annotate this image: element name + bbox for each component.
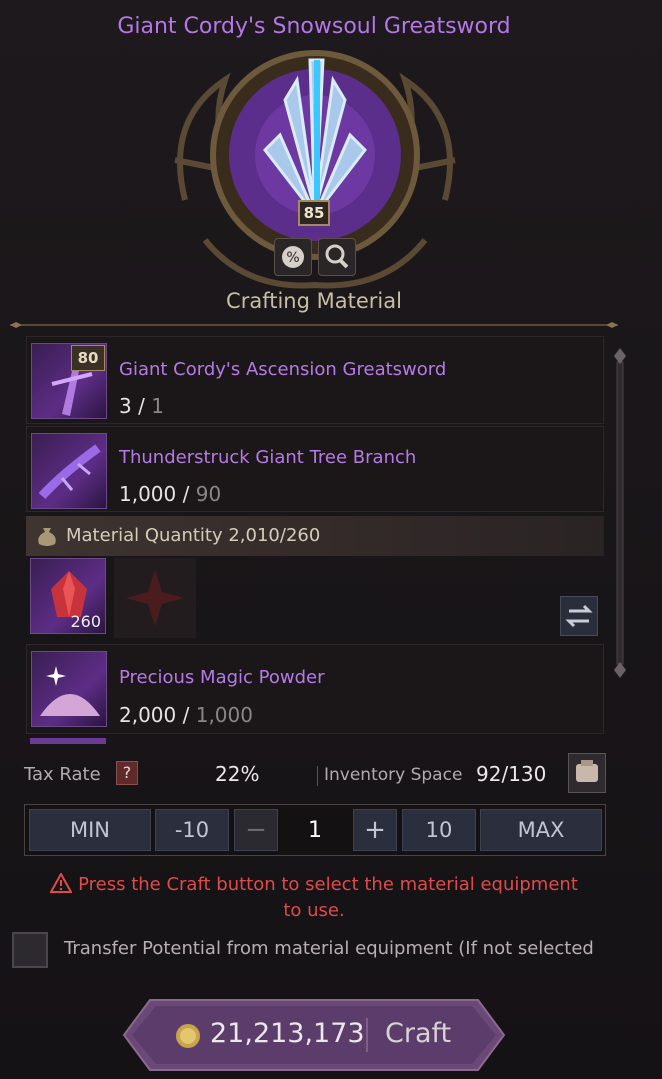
tree-branch-icon <box>38 444 101 500</box>
warning-line-1: Press the Craft button to select the mat… <box>0 871 628 898</box>
material-list[interactable]: 80 Giant Cordy's Ascension Greatsword 3 … <box>24 336 606 744</box>
material-name: Precious Magic Powder <box>119 667 325 688</box>
section-divider <box>10 322 618 328</box>
coin-icon <box>176 1024 200 1048</box>
material-row[interactable]: Thunderstruck Giant Tree Branch 1,000 / … <box>26 426 604 512</box>
material-quantity-label: Material Quantity 2,010/260 <box>66 525 321 546</box>
inventory-label: Inventory Space <box>324 765 463 785</box>
need-count: 1 <box>151 394 164 418</box>
material-name: Giant Cordy's Ascension Greatsword <box>119 359 447 380</box>
level-badge: 80 <box>71 345 105 371</box>
svg-text:%: % <box>286 250 299 266</box>
tax-value: 22% <box>215 762 260 786</box>
have-count: 1,000 <box>119 482 177 506</box>
star-icon <box>126 570 184 626</box>
craft-label: Craft <box>385 1018 452 1049</box>
weapon-emblem <box>174 50 456 289</box>
material-row[interactable]: 80 Giant Cordy's Ascension Greatsword 3 … <box>26 336 604 424</box>
material-quantity-header: Material Quantity 2,010/260 <box>26 516 604 556</box>
tax-label: Tax Rate <box>24 764 101 785</box>
item-title: Giant Cordy's Snowsoul Greatsword <box>117 14 511 39</box>
percent-icon: % <box>282 246 304 268</box>
status-bar: Tax Rate ? 22% Inventory Space 92/130 <box>24 753 606 793</box>
material-thumbnail[interactable]: 80 <box>31 343 107 419</box>
bag-icon <box>38 528 56 546</box>
increment-button[interactable]: + <box>353 809 397 851</box>
warning-message: Press the Craft button to select the mat… <box>0 871 628 924</box>
gem-slot-empty[interactable] <box>114 558 196 638</box>
warning-icon <box>49 871 73 893</box>
help-icon: ? <box>122 763 132 782</box>
scrollbar[interactable] <box>614 348 626 678</box>
swap-button[interactable] <box>560 596 598 636</box>
inspect-button[interactable] <box>318 238 356 276</box>
material-quantity: 1,000 / 90 <box>119 482 222 506</box>
inventory-value: 92/130 <box>476 762 547 786</box>
material-quantity: 3 / 1 <box>119 394 164 418</box>
separator <box>317 766 318 786</box>
item-level-badge: 85 <box>298 200 330 226</box>
quantity-stepper: MIN -10 − 1 + 10 MAX <box>24 804 606 856</box>
gem-slot[interactable]: 260 <box>30 558 106 634</box>
max-button[interactable]: MAX <box>480 809 602 851</box>
material-quantity: 2,000 / 1,000 <box>119 703 253 727</box>
transfer-checkbox[interactable] <box>12 932 48 968</box>
magnifier-icon <box>325 244 349 269</box>
gem-count: 260 <box>70 612 101 631</box>
plus-10-button[interactable]: 10 <box>402 809 476 851</box>
minus-10-button[interactable]: -10 <box>155 809 229 851</box>
magic-powder-icon <box>40 666 100 716</box>
have-count: 3 <box>119 394 132 418</box>
gem-row: 260 <box>26 556 604 642</box>
item-level: 85 <box>303 204 325 222</box>
need-count: 90 <box>195 482 222 506</box>
swap-icon <box>565 604 593 628</box>
have-count: 2,000 <box>119 703 177 727</box>
need-count: 1,000 <box>195 703 253 727</box>
crafting-panel: Giant Cordy's Snowsoul Greatsword 85 % C… <box>0 0 662 1079</box>
material-thumbnail[interactable] <box>31 651 107 727</box>
section-title: Crafting Material <box>226 289 402 313</box>
inventory-icon <box>576 760 598 782</box>
material-row-partial[interactable] <box>30 738 106 744</box>
warning-text-1: Press the Craft button to select the mat… <box>78 874 578 895</box>
min-button[interactable]: MIN <box>29 809 151 851</box>
material-row[interactable]: Precious Magic Powder 2,000 / 1,000 <box>26 644 604 734</box>
quantity-value[interactable]: 1 <box>281 809 349 851</box>
warning-line-2: to use. <box>283 900 345 921</box>
inventory-button[interactable] <box>568 753 606 793</box>
transfer-label: Transfer Potential from material equipme… <box>64 938 594 959</box>
decrement-button[interactable]: − <box>234 809 278 851</box>
material-name: Thunderstruck Giant Tree Branch <box>119 447 417 468</box>
success-rate-button[interactable]: % <box>274 238 312 276</box>
material-thumbnail[interactable] <box>31 433 107 509</box>
craft-price: 21,213,173 <box>210 1018 365 1049</box>
tax-help-button[interactable]: ? <box>116 761 138 785</box>
